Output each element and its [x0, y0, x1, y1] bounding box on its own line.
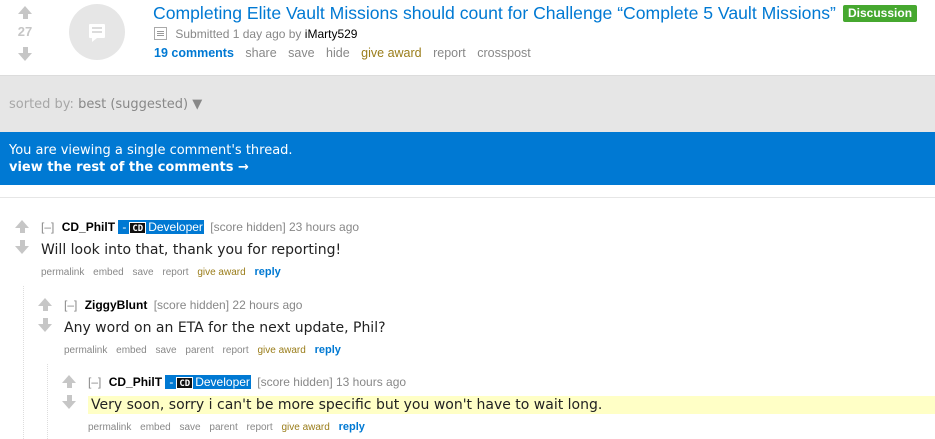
comment-time: 13 hours ago	[336, 375, 407, 389]
permalink-button[interactable]: permalink	[64, 345, 107, 356]
comment: [–] CD_PhilT - CD Developer [score hidden]…	[11, 220, 931, 285]
post-vote: 27	[14, 6, 36, 61]
post-title-line: Completing Elite Vault Missions should c…	[153, 3, 918, 24]
reply-button[interactable]: reply	[339, 421, 365, 433]
save-button[interactable]: save	[133, 267, 154, 278]
flair-separator: -	[169, 375, 174, 389]
score-hidden: [score hidden]	[153, 298, 230, 312]
sort-label: sorted by:	[9, 97, 74, 112]
divider	[0, 185, 935, 198]
collapse-toggle[interactable]: [–]	[64, 298, 77, 312]
flair-separator: -	[122, 220, 127, 234]
view-all-comments-link[interactable]: view the rest of the comments →	[9, 159, 926, 176]
hide-button[interactable]: hide	[326, 46, 350, 60]
comment-buttons: permalink embed save parent report give …	[88, 421, 935, 433]
report-button[interactable]: report	[247, 422, 273, 433]
comment-body: [–] CD_PhilT - CD Developer [score hidden]…	[41, 220, 359, 278]
save-button[interactable]: save	[180, 422, 201, 433]
comment-author-link[interactable]: CD_PhilT	[62, 220, 115, 234]
comment-vote	[11, 220, 33, 254]
upvote-arrow-icon[interactable]	[38, 298, 52, 311]
collapse-toggle[interactable]: [–]	[88, 375, 101, 389]
sort-dropdown[interactable]: best (suggested) ▼	[78, 97, 202, 112]
share-button[interactable]: share	[245, 46, 276, 60]
comments-link[interactable]: 19 comments	[154, 46, 234, 60]
single-thread-notice: You are viewing a single comment's threa…	[0, 132, 935, 185]
save-button[interactable]: save	[288, 46, 314, 60]
post-title[interactable]: Completing Elite Vault Missions should c…	[153, 3, 836, 23]
upvote-arrow-icon[interactable]	[18, 6, 32, 19]
crosspost-button[interactable]: crosspost	[477, 46, 531, 60]
post-buttons: 19 comments share save hide give award r…	[154, 46, 539, 60]
notice-text: You are viewing a single comment's threa…	[9, 143, 293, 158]
give-award-button[interactable]: give award	[197, 267, 245, 278]
upvote-arrow-icon[interactable]	[62, 375, 76, 388]
downvote-arrow-icon[interactable]	[38, 318, 52, 332]
embed-button[interactable]: embed	[140, 422, 171, 433]
give-award-button[interactable]: give award	[361, 46, 421, 60]
embed-button[interactable]: embed	[116, 345, 147, 356]
report-button[interactable]: report	[162, 267, 188, 278]
child-thread-line	[23, 286, 24, 439]
comment-buttons: permalink embed save parent report give …	[64, 344, 386, 356]
comment-body: [–] CD_PhilT - CD Developer [score hidden]…	[88, 375, 935, 433]
child-thread-line	[47, 364, 48, 439]
cd-logo-icon: CD	[176, 377, 194, 389]
report-button[interactable]: report	[433, 46, 466, 60]
comment: [–] CD_PhilT - CD Developer [score hidden]…	[58, 375, 935, 437]
give-award-button[interactable]: give award	[281, 422, 329, 433]
expand-selftext-icon[interactable]	[154, 27, 167, 40]
downvote-arrow-icon[interactable]	[18, 47, 32, 61]
parent-button[interactable]: parent	[185, 345, 213, 356]
comment-text-highlighted: Very soon, sorry i can't be more specifi…	[88, 396, 935, 414]
downvote-arrow-icon[interactable]	[15, 240, 29, 254]
reply-button[interactable]: reply	[254, 266, 280, 278]
comment-buttons: permalink embed save report give award r…	[41, 266, 359, 278]
comment-vote	[34, 298, 56, 332]
comment-time: 22 hours ago	[232, 298, 303, 312]
post-author-link[interactable]: iMarty529	[305, 27, 358, 41]
sort-bar: sorted by: best (suggested) ▼	[0, 75, 935, 132]
comment-tagline: [–] CD_PhilT - CD Developer [score hidden]…	[41, 220, 359, 234]
score-hidden: [score hidden]	[257, 375, 333, 389]
reply-button[interactable]: reply	[315, 344, 341, 356]
developer-flair: - CD Developer	[165, 375, 251, 389]
downvote-arrow-icon[interactable]	[62, 395, 76, 409]
comment-tagline: [–] ZiggyBlunt [score hidden] 22 hours a…	[64, 298, 386, 312]
post-score: 27	[17, 24, 33, 39]
comment-vote	[58, 375, 80, 409]
comment-time: 23 hours ago	[289, 220, 360, 234]
embed-button[interactable]: embed	[93, 267, 124, 278]
give-award-button[interactable]: give award	[257, 345, 305, 356]
submitted-text: Submitted 1 day ago by	[175, 27, 302, 41]
comment-text: Any word on an ETA for the next update, …	[64, 320, 386, 336]
permalink-button[interactable]: permalink	[41, 267, 84, 278]
comment-body: [–] ZiggyBlunt [score hidden] 22 hours a…	[64, 298, 386, 356]
save-button[interactable]: save	[156, 345, 177, 356]
cd-logo-icon: CD	[129, 222, 147, 234]
comment: [–] ZiggyBlunt [score hidden] 22 hours a…	[34, 298, 931, 363]
post-tagline: Submitted 1 day ago by iMarty529	[154, 27, 357, 41]
flair-text: Developer	[195, 375, 250, 389]
comment-author-link[interactable]: CD_PhilT	[109, 375, 162, 389]
permalink-button[interactable]: permalink	[88, 422, 131, 433]
self-post-thumbnail[interactable]	[69, 4, 125, 60]
score-hidden: [score hidden]	[210, 220, 286, 234]
parent-button[interactable]: parent	[209, 422, 237, 433]
flair-text: Developer	[148, 220, 203, 234]
comment-author-link[interactable]: ZiggyBlunt	[85, 298, 148, 312]
collapse-toggle[interactable]: [–]	[41, 220, 54, 234]
post-header: 27 Completing Elite Vault Missions shoul…	[0, 0, 935, 75]
developer-flair: - CD Developer	[118, 220, 204, 234]
upvote-arrow-icon[interactable]	[15, 220, 29, 233]
sort-menu[interactable]: sorted by: best (suggested) ▼	[9, 97, 202, 112]
comment-tagline: [–] CD_PhilT - CD Developer [score hidden]…	[88, 375, 935, 389]
speech-bubble-icon	[89, 24, 105, 42]
report-button[interactable]: report	[223, 345, 249, 356]
comment-text: Will look into that, thank you for repor…	[41, 242, 342, 258]
post-flair-badge[interactable]: Discussion	[843, 5, 918, 22]
